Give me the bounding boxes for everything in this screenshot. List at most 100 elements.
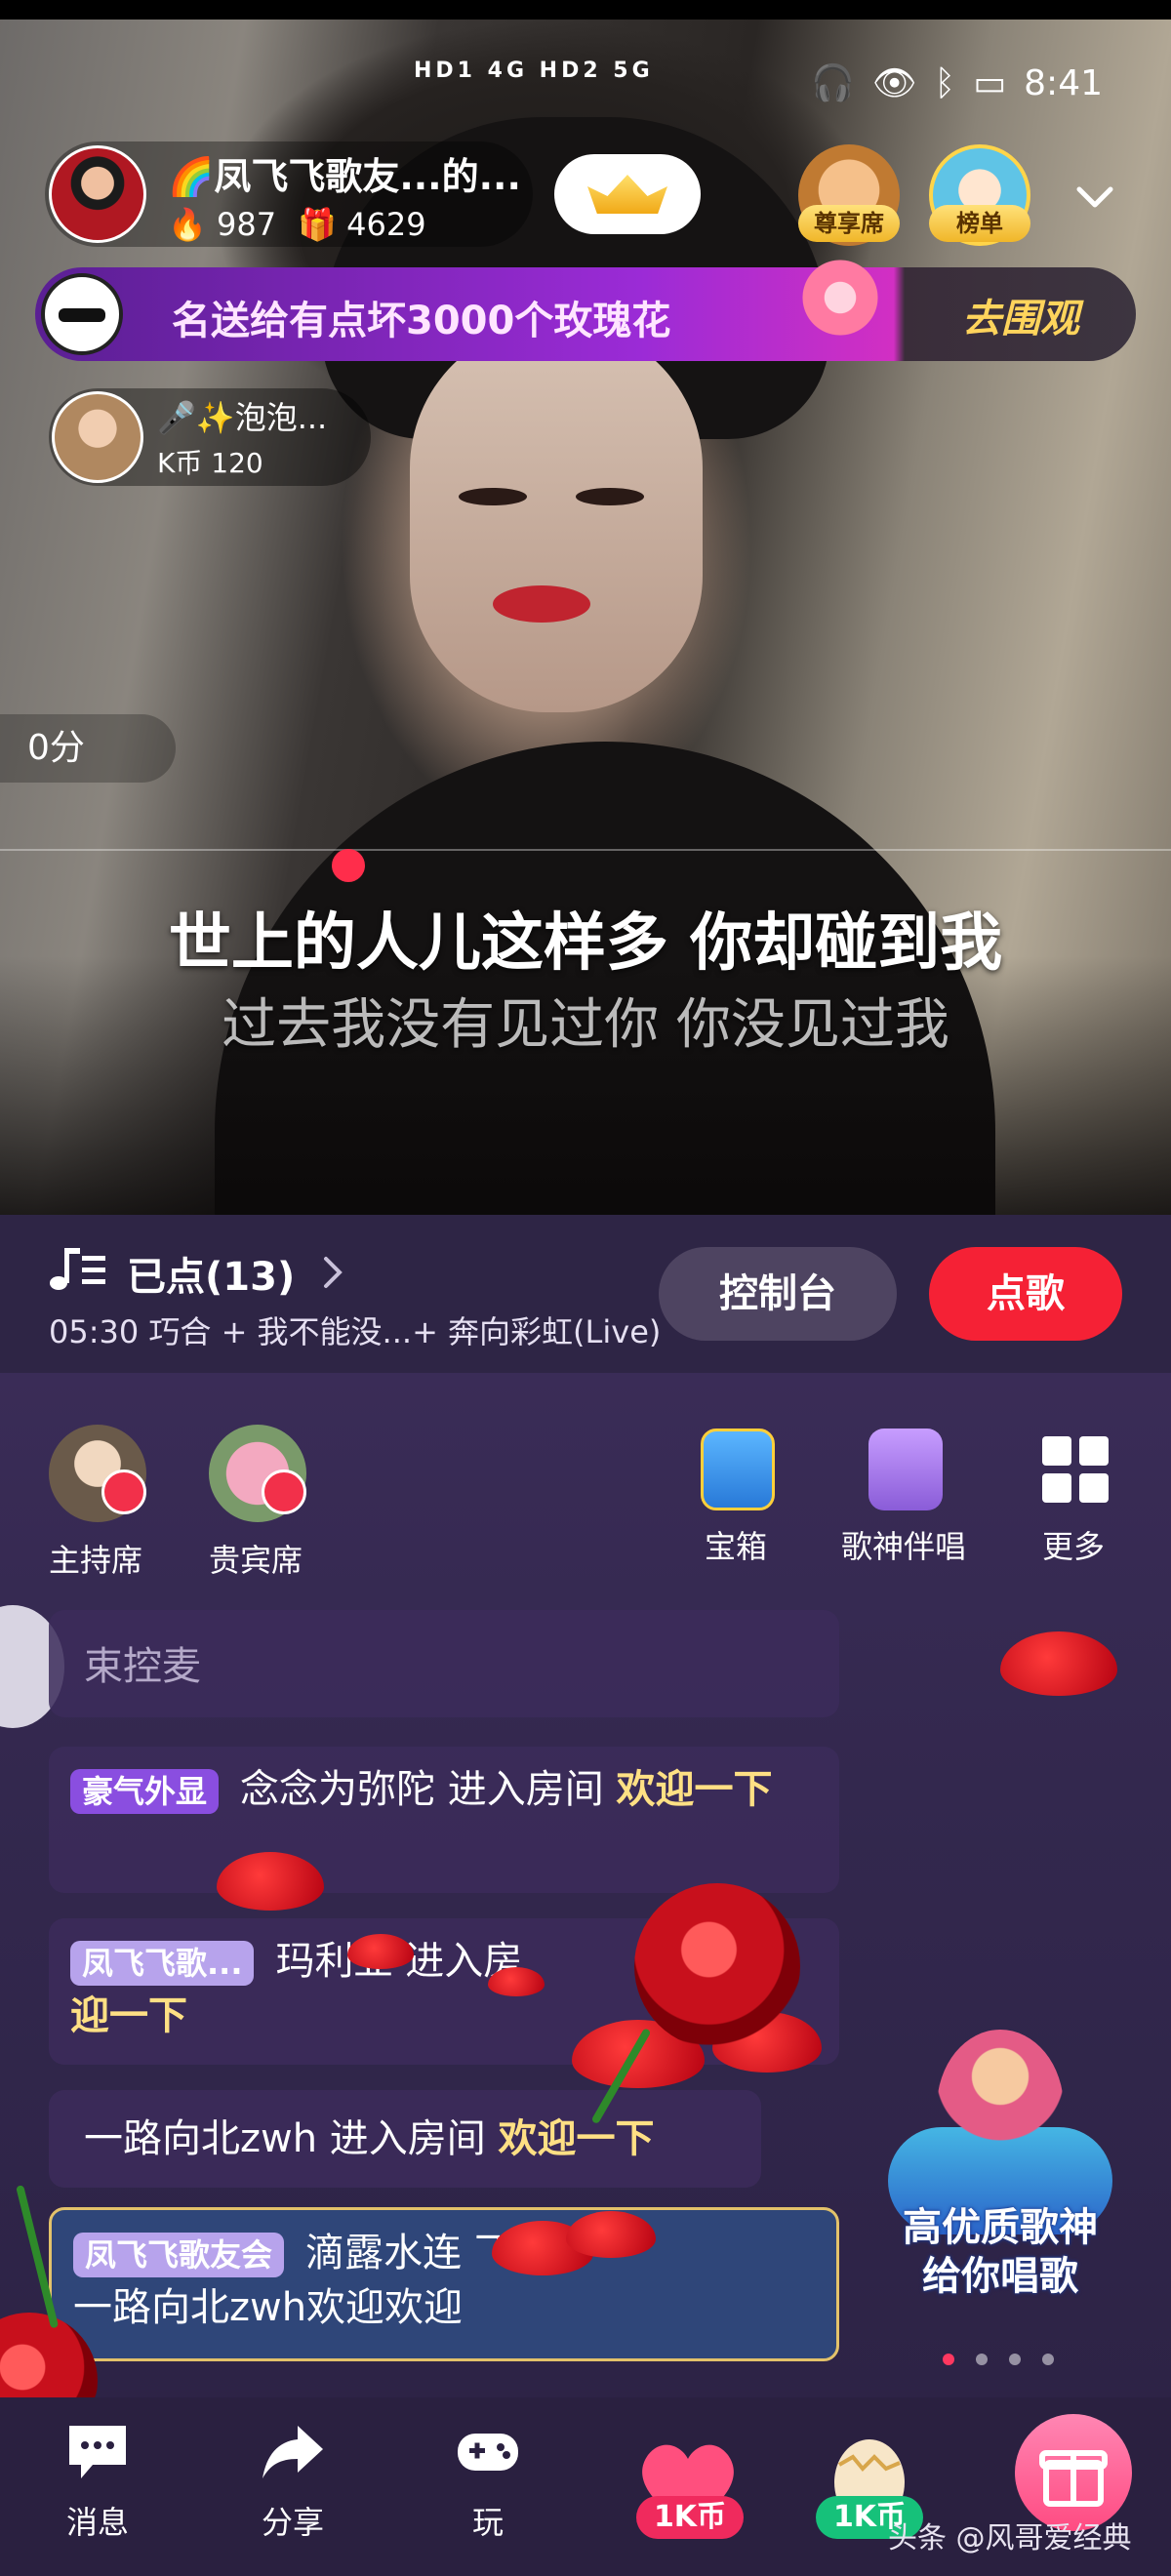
carousel-dots [943,2354,1054,2365]
nav-share[interactable]: 分享 [234,2420,351,2543]
promo-singer-graphic [937,2030,1064,2186]
singer-coins: K币 120 [157,447,263,479]
grid-square [1042,1473,1071,1503]
gift-broadcast-banner[interactable]: 名送给有点坏3000个玫瑰花 去围观 [35,254,1136,361]
fire-count: 987 [217,205,277,243]
carousel-dot [1009,2354,1021,2365]
queue-title[interactable]: 已点(13) [127,1245,295,1302]
welcome-button[interactable]: 欢迎一下 [499,2116,655,2161]
singer-name: 🎤✨泡泡... [157,399,328,436]
chat-message-highlighted: 凤飞飞歌友会滴露水连 飞...:一路向北zwh欢迎欢迎 [49,2207,839,2361]
lyric-current: 世上的人儿这样多 你却碰到我 [168,907,1003,980]
gift-box-icon: 🎁 [298,205,337,243]
petal-effect [488,1967,545,1996]
current-singer[interactable]: 🎤✨泡泡... K币 120 [49,388,371,486]
grid-icon[interactable] [1038,1429,1112,1510]
message-icon [69,2426,126,2478]
chat-action: 进入房间 [435,1767,617,1812]
petal-effect [347,1934,414,1969]
share-icon [262,2426,323,2478]
gift-banner-text: 名送给有点坏3000个玫瑰花 [172,299,671,343]
host-name: 🌈凤飞飞歌友...的... [168,154,521,198]
nav-messages[interactable]: 消息 [39,2420,156,2543]
heart-gift-price[interactable]: 1K币 [636,2496,744,2539]
chat-text: 束控麦 [84,1644,201,1689]
duet-label[interactable]: 歌神伴唱 [841,1522,966,1567]
chevron-down-icon[interactable] [1073,176,1116,219]
nav-play-label: 玩 [471,2504,504,2541]
host-text: 🌈凤飞飞歌友...的... 🔥 987 🎁 4629 [168,146,521,243]
grid-square [1042,1436,1071,1466]
console-button[interactable]: 控制台 [659,1247,897,1341]
battery-icon: ▭ [973,62,1007,103]
video-face [410,322,703,712]
singer-text: 🎤✨泡泡... K币 120 [157,393,327,481]
nav-share-label: 分享 [261,2504,324,2541]
clock: 8:41 [1024,62,1103,103]
mic-muted-icon [101,1469,146,1514]
host-stats: 🔥 987 🎁 4629 [168,206,521,243]
fire-icon: 🔥 [168,205,207,243]
singer-avatar[interactable] [52,391,143,483]
host-avatar[interactable] [49,145,146,243]
sunglasses-icon [59,308,105,322]
music-queue-icon[interactable] [49,1244,107,1293]
watermark: 头条 @风哥爱经典 [888,2521,1132,2556]
video-eye [576,488,644,505]
headphone-icon: 🎧 [811,63,855,103]
welcome-button[interactable]: 迎一下 [70,1993,187,2038]
treasure-chest-icon[interactable] [701,1429,775,1510]
chat-message: 束控麦 [49,1610,839,1717]
carousel-dot [1042,2354,1054,2365]
promo-banner[interactable]: 高优质歌神 给你唱歌 [878,2010,1122,2303]
lyric-next: 过去我没有见过你 你没见过我 [222,993,949,1057]
fire-stat: 🔥 987 [168,206,276,243]
watch-button[interactable]: 去围观 [962,287,1079,343]
follow-button[interactable] [554,154,701,234]
status-bar-top [0,0,1171,20]
promo-line-2: 给你唱歌 [922,2254,1078,2299]
fan-club-badge: 凤飞飞歌... [70,1941,255,1986]
rose-icon [796,254,884,342]
rose-effect [634,1883,800,2049]
nav-messages-label: 消息 [65,2504,129,2541]
host-seat-label[interactable]: 主持席 [49,1536,142,1581]
chevron-right-icon[interactable] [322,1255,345,1290]
guest-seat-label[interactable]: 贵宾席 [209,1536,303,1581]
gamepad-icon [458,2434,518,2471]
badge-tag: 豪气外显 [70,1769,220,1814]
queue-subtitle[interactable]: 05:30 巧合 + 我不能没...+ 奔向彩虹(Live) [49,1308,661,1352]
status-right-icons: 🎧 👁 ᛒ ▭ 8:41 [811,62,1103,104]
more-label[interactable]: 更多 [1042,1522,1105,1567]
host-info[interactable]: 🌈凤飞飞歌友...的... 🔥 987 🎁 4629 [45,141,533,247]
duet-singers-icon[interactable] [868,1429,943,1510]
treasure-label[interactable]: 宝箱 [705,1522,767,1567]
gift-stat: 🎁 4629 [298,206,425,243]
video-lips [493,585,590,623]
chat-username[interactable]: 滴露水连 [305,2231,462,2275]
nav-play[interactable]: 玩 [429,2420,546,2543]
crown-icon [587,175,667,214]
network-indicator: HD1 4G HD2 5G [414,59,654,83]
fan-club-badge: 凤飞飞歌友会 [73,2233,285,2277]
bluetooth-icon: ᛒ [934,62,956,103]
order-song-button[interactable]: 点歌 [929,1247,1122,1341]
pitch-line [0,849,1171,851]
pitch-indicator [332,849,365,882]
carousel-dot-active [943,2354,954,2365]
chat-username[interactable]: 念念为弥陀 [240,1767,435,1812]
chat-username[interactable]: 一路向北zwh [84,2116,317,2161]
mic-muted-icon [262,1469,306,1514]
sender-avatar [41,273,123,355]
grid-square [1079,1473,1109,1503]
score-display: 0分 [0,714,176,783]
ranking-label[interactable]: 榜单 [929,205,1030,242]
video-eye [459,488,527,505]
gift-count: 4629 [346,205,426,243]
chat-message: 豪气外显 念念为弥陀 进入房间 欢迎一下 [49,1747,839,1893]
chat-text: 一路向北zwh欢迎欢迎 [73,2285,464,2330]
vip-seat-label[interactable]: 尊享席 [798,205,900,242]
grid-square [1079,1436,1109,1466]
welcome-button[interactable]: 欢迎一下 [616,1767,772,1812]
carousel-dot [976,2354,988,2365]
